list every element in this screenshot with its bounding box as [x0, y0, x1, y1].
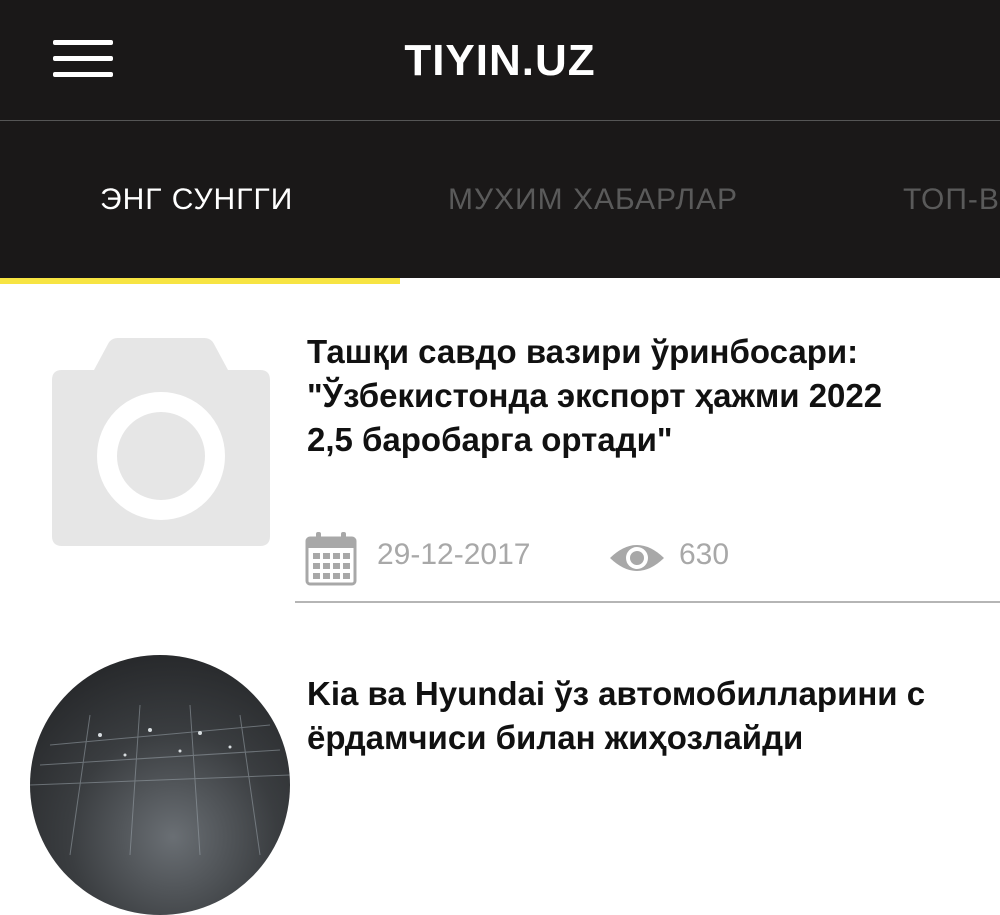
article-title-line[interactable]: 2,5 баробарга ортади" — [307, 416, 1000, 464]
article-date: 29-12-2017 — [377, 538, 531, 571]
active-tab-indicator — [0, 278, 400, 284]
camera-placeholder-icon — [42, 338, 280, 546]
car-photo-thumbnail — [30, 655, 290, 915]
calendar-icon — [305, 530, 357, 586]
eye-icon — [608, 540, 666, 576]
article-title-line[interactable]: Kia ва Hyundai ўз автомобилларини с — [307, 670, 1000, 718]
article-title-line[interactable]: Ташқи савдо вазири ўринбосари: — [307, 328, 1000, 376]
app-header: TIYIN.UZ — [0, 0, 1000, 120]
tab-latest[interactable]: ЭНГ СУНГГИ — [100, 183, 293, 217]
tab-important-news[interactable]: МУХИМ ХАБАРЛАР — [448, 183, 738, 217]
article-meta: 29-12-2017 630 — [305, 530, 995, 586]
tab-top[interactable]: ТОП-В — [903, 183, 1000, 217]
article-title-line[interactable]: ёрдамчиси билан жиҳозлайди — [307, 714, 1000, 762]
article-divider — [295, 601, 1000, 603]
view-count: 630 — [679, 538, 730, 571]
tab-bar: ЭНГ СУНГГИ МУХИМ ХАБАРЛАР ТОП-В — [0, 121, 1000, 278]
app-title: TIYIN.UZ — [404, 36, 596, 85]
article-title-line[interactable]: "Ўзбекистонда экспорт ҳажми 2022 — [307, 372, 1000, 420]
